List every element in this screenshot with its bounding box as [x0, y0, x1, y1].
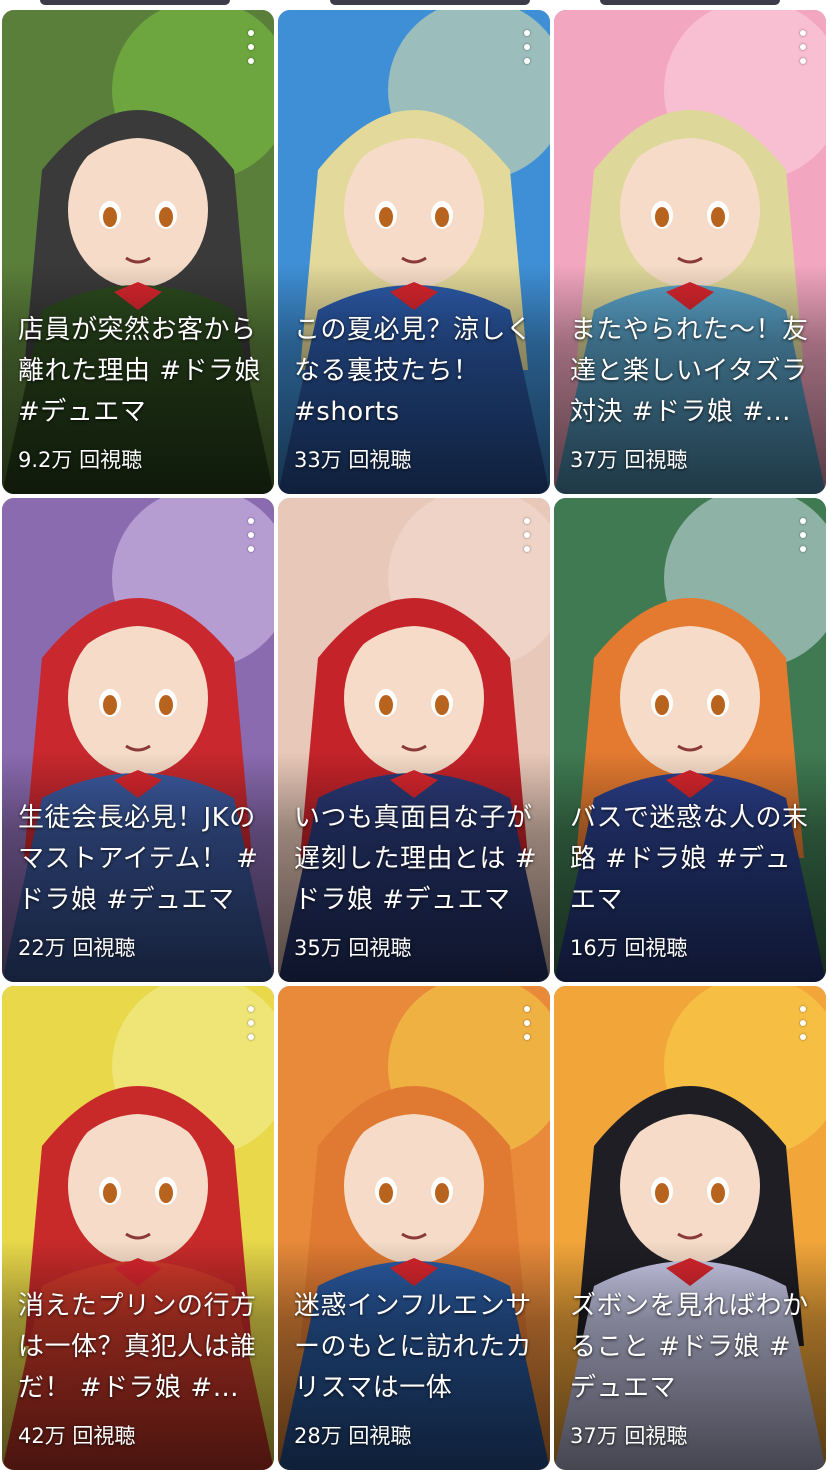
short-video-card[interactable]: 迷惑インフルエンサーのもとに訪れたカリスマは一体 28万 回視聴	[278, 986, 550, 1470]
more-options-icon[interactable]	[246, 518, 256, 552]
video-title[interactable]: ズボンを見ればわかること #ドラ娘 #デュエマ	[570, 1286, 814, 1409]
view-count: 9.2万 回視聴	[18, 448, 143, 472]
short-video-card[interactable]: バスで迷惑な人の末路 #ドラ娘 #デュエマ 16万 回視聴	[554, 498, 826, 982]
view-count: 42万 回視聴	[18, 1424, 136, 1448]
more-options-icon[interactable]	[798, 1006, 808, 1040]
more-options-icon[interactable]	[522, 518, 532, 552]
more-options-icon[interactable]	[246, 1006, 256, 1040]
more-options-icon[interactable]	[798, 518, 808, 552]
more-options-icon[interactable]	[522, 30, 532, 64]
view-count: 33万 回視聴	[294, 448, 412, 472]
video-title[interactable]: 生徒会長必見！JKのマストアイテム！ #ドラ娘 #デュエマ	[18, 798, 262, 921]
short-video-card[interactable]: またやられた〜！友達と楽しいイタズラ対決 #ドラ娘 #デュエマ 37万 回視聴	[554, 10, 826, 494]
previous-row-edge	[0, 0, 828, 8]
view-count: 28万 回視聴	[294, 1424, 412, 1448]
video-title[interactable]: 迷惑インフルエンサーのもとに訪れたカリスマは一体	[294, 1286, 538, 1409]
short-video-card[interactable]: この夏必見？涼しくなる裏技たち！ #shorts 33万 回視聴	[278, 10, 550, 494]
view-count: 37万 回視聴	[570, 448, 688, 472]
video-title[interactable]: 店員が突然お客から離れた理由 #ドラ娘 #デュエマ	[18, 310, 262, 433]
short-video-card[interactable]: いつも真面目な子が遅刻した理由とは #ドラ娘 #デュエマ 35万 回視聴	[278, 498, 550, 982]
video-title[interactable]: バスで迷惑な人の末路 #ドラ娘 #デュエマ	[570, 798, 814, 921]
shorts-grid: 店員が突然お客から離れた理由 #ドラ娘 #デュエマ 9.2万 回視聴 この夏必見…	[2, 10, 826, 1470]
video-title[interactable]: この夏必見？涼しくなる裏技たち！ #shorts	[294, 310, 538, 433]
view-count: 35万 回視聴	[294, 936, 412, 960]
scrollbar[interactable]	[818, 240, 822, 540]
view-count: 22万 回視聴	[18, 936, 136, 960]
more-options-icon[interactable]	[522, 1006, 532, 1040]
view-count: 37万 回視聴	[570, 1424, 688, 1448]
short-video-card[interactable]: ズボンを見ればわかること #ドラ娘 #デュエマ 37万 回視聴	[554, 986, 826, 1470]
video-title[interactable]: 消えたプリンの行方は一体？真犯人は誰だ！ #ドラ娘 #デュエマ	[18, 1286, 262, 1409]
video-title[interactable]: またやられた〜！友達と楽しいイタズラ対決 #ドラ娘 #デュエマ	[570, 310, 814, 433]
more-options-icon[interactable]	[246, 30, 256, 64]
video-title[interactable]: いつも真面目な子が遅刻した理由とは #ドラ娘 #デュエマ	[294, 798, 538, 921]
view-count: 16万 回視聴	[570, 936, 688, 960]
short-video-card[interactable]: 生徒会長必見！JKのマストアイテム！ #ドラ娘 #デュエマ 22万 回視聴	[2, 498, 274, 982]
more-options-icon[interactable]	[798, 30, 808, 64]
short-video-card[interactable]: 消えたプリンの行方は一体？真犯人は誰だ！ #ドラ娘 #デュエマ 42万 回視聴	[2, 986, 274, 1470]
short-video-card[interactable]: 店員が突然お客から離れた理由 #ドラ娘 #デュエマ 9.2万 回視聴	[2, 10, 274, 494]
